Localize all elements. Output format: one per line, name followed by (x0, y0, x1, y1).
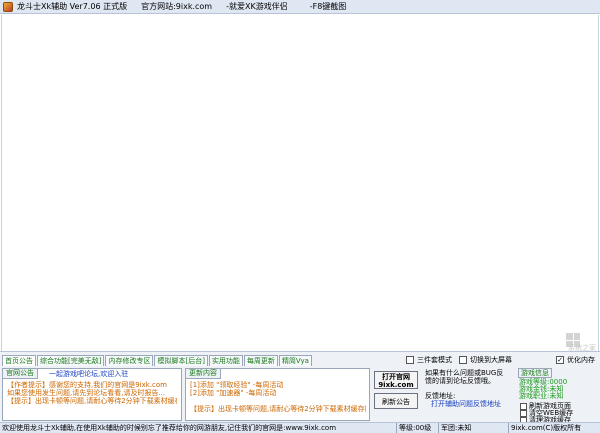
refresh-announcement-button[interactable]: 刷新公告 (374, 393, 418, 409)
update-line: [2]添加 "加速器" -每周活动 (190, 389, 277, 397)
update-group-title: 更新内容 (186, 369, 221, 379)
forum-link[interactable]: 一起游戏吧论坛,欢迎入驻 (49, 369, 128, 379)
tab-general-functions[interactable]: 综合功能[完美无敌] (37, 355, 105, 366)
tab-weekly-update[interactable]: 每周更新 (243, 355, 278, 366)
game-info-options: 刷新游戏页面 清空WEB缓存 清理游戏缓存 (520, 403, 573, 424)
tab-memory-edit[interactable]: 内存修改专区 (105, 355, 154, 366)
announcement-line: 【提示】出现卡顿等问题,请耐心等待2分钟下载素材缓存即可。 (7, 397, 177, 405)
status-bar: 欢迎使用龙斗士Xk辅助,在使用Xk辅助的时候别忘了推荐给你的网游朋友,记住我们的… (0, 422, 600, 433)
checkbox-box[interactable] (406, 356, 414, 364)
update-text: [1]添加 "领取经验" -每周活动 [2]添加 "加速器" -每周活动 【提示… (190, 381, 366, 413)
tab-home-announcement[interactable]: 首页公告 (2, 355, 36, 366)
game-info-title: 游戏信息 (518, 368, 552, 378)
window-title: 龙斗士Xk辅助 Ver7.06 正式版 (17, 2, 128, 11)
control-panel: 首页公告 综合功能[完美无敌] 内存修改专区 模拟脚本[后台] 实用功能 每周更… (0, 351, 600, 424)
announcement-group: 官网公告 一起游戏吧论坛,欢迎入驻 【作者提示】感谢您的支持,我们的官网是9ix… (2, 368, 182, 421)
big-screen-checkbox[interactable]: 切换到大屏幕 (459, 355, 512, 365)
tab-simplified[interactable]: 精简Vya (278, 355, 312, 366)
suit-mode-checkbox[interactable]: 三件套模式 (406, 355, 452, 365)
copyright-label: 9ixk.com(C)版权所有 (508, 423, 600, 433)
open-official-site-button[interactable]: 打开官网 9ixk.com (374, 371, 418, 389)
feedback-link[interactable]: 打开辅助问题反馈地址 (425, 400, 513, 408)
title-bar: 龙斗士Xk辅助 Ver7.06 正式版 官方网站:9ixk.com -就爱XK游… (0, 0, 600, 14)
announcement-text: 【作者提示】感谢您的支持,我们的官网是9ixk.com 如果您使用发生问题,请先… (7, 381, 177, 405)
update-line: [1]添加 "领取经验" -每周活动 (190, 381, 284, 389)
checkbox-box[interactable] (459, 356, 467, 364)
announcement-line: 如果您使用发生问题,请先到论坛看看,请及时报告... (7, 389, 166, 397)
game-info-values: 游戏等级:0000 游戏金钱:未知 游戏职业:未知 (519, 379, 567, 400)
game-class-value: 游戏职业:未知 (519, 392, 564, 400)
app-icon (3, 1, 13, 12)
announcement-line: 【作者提示】感谢您的支持,我们的官网是9ixk.com (7, 381, 167, 389)
camp-status: 军团:未知 (438, 423, 508, 433)
optimize-memory-checkbox[interactable]: ✓ 优化内存 (556, 355, 595, 365)
announcement-group-title: 官网公告 (3, 369, 38, 379)
official-site-label: 官方网站:9ixk.com (141, 2, 213, 11)
feedback-label: 反馈地址: (425, 392, 456, 400)
update-line: 【提示】出现卡顿等问题,请耐心等待2分钟下载素材缓存即可 (190, 405, 366, 413)
function-tabs: 首页公告 综合功能[完美无敌] 内存修改专区 模拟脚本[后台] 实用功能 每周更… (2, 355, 313, 366)
game-web-view[interactable]: 系统之家 (1, 15, 599, 352)
tab-simulation-script[interactable]: 模拟脚本[后台] (154, 355, 208, 366)
tab-utility[interactable]: 实用功能 (208, 355, 243, 366)
game-info-panel: 游戏信息 游戏等级:0000 游戏金钱:未知 游戏职业:未知 刷新游戏页面 清空… (518, 368, 598, 424)
companion-label: -就爱XK游戏伴侣 (226, 2, 288, 11)
feedback-info: 如果有什么问题或BUG反 馈的请到论坛反馈哦。 反馈地址: 打开辅助问题反馈地址 (425, 369, 513, 408)
level-status: 等级:00级 (396, 423, 438, 433)
screenshot-hint: -F8键截图 (309, 2, 347, 11)
checkmark-icon[interactable]: ✓ (556, 356, 564, 364)
update-content-group: 更新内容 [1]添加 "领取经验" -每周活动 [2]添加 "加速器" -每周活… (185, 368, 370, 421)
welcome-message: 欢迎使用龙斗士Xk辅助,在使用Xk辅助的时候别忘了推荐给你的网游朋友,记住我们的… (2, 424, 337, 432)
